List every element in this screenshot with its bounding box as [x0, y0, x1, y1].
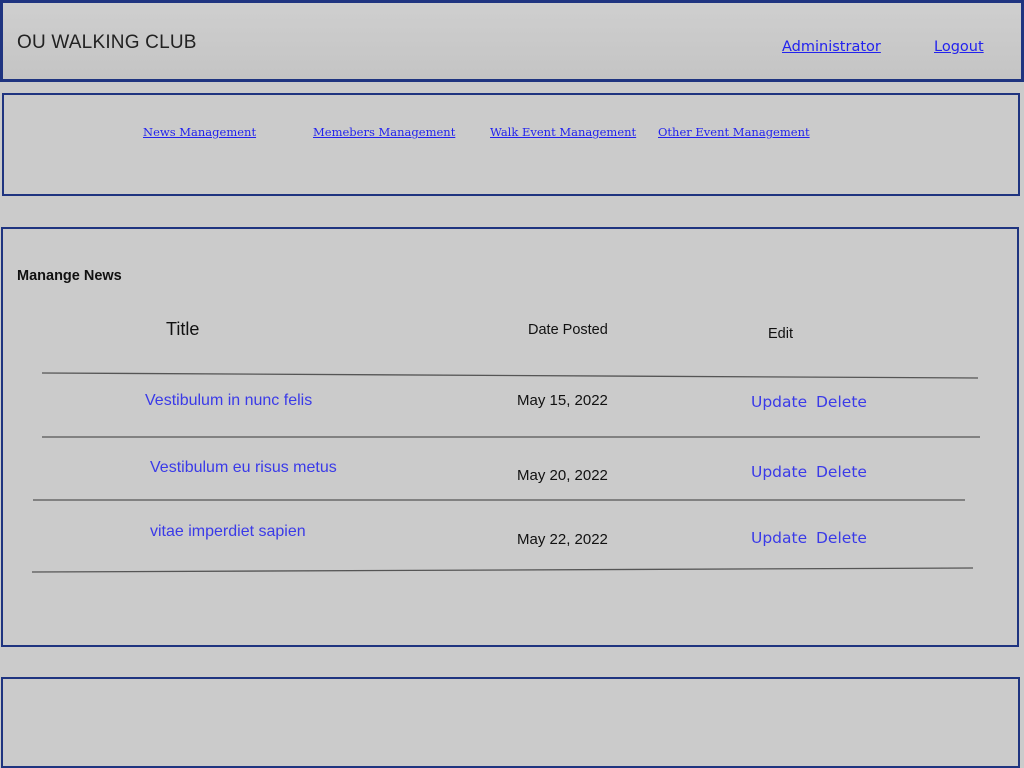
divider-line	[31, 567, 974, 573]
footer-panel	[1, 677, 1020, 768]
column-header-title: Title	[166, 319, 200, 339]
news-panel: Manange News Title Date Posted Edit Vest…	[1, 227, 1019, 647]
update-button[interactable]: Update	[751, 393, 807, 411]
management-nav: News Management Memebers Management Walk…	[2, 93, 1020, 196]
news-date: May 15, 2022	[517, 392, 608, 409]
logout-link[interactable]: Logout	[934, 39, 984, 55]
column-header-edit: Edit	[768, 326, 793, 342]
update-button[interactable]: Update	[751, 463, 807, 481]
news-date: May 22, 2022	[517, 531, 608, 548]
delete-button[interactable]: Delete	[816, 529, 867, 547]
delete-button[interactable]: Delete	[816, 393, 867, 411]
news-title-link[interactable]: Vestibulum eu risus metus	[150, 459, 337, 477]
divider-line	[41, 372, 979, 379]
section-title: Manange News	[17, 268, 122, 284]
column-header-date: Date Posted	[528, 322, 608, 338]
nav-other-event-management[interactable]: Other Event Management	[658, 125, 810, 139]
nav-walk-event-management[interactable]: Walk Event Management	[490, 125, 636, 139]
administrator-link[interactable]: Administrator	[782, 39, 881, 55]
nav-members-management[interactable]: Memebers Management	[313, 125, 455, 139]
update-button[interactable]: Update	[751, 529, 807, 547]
news-title-link[interactable]: Vestibulum in nunc felis	[145, 392, 312, 410]
nav-news-management[interactable]: News Management	[143, 125, 256, 139]
delete-button[interactable]: Delete	[816, 463, 867, 481]
site-title: OU WALKING CLUB	[17, 32, 197, 53]
row-dividers	[31, 372, 980, 573]
news-title-link[interactable]: vitae imperdiet sapien	[150, 523, 306, 541]
news-date: May 20, 2022	[517, 467, 608, 484]
header-bar: OU WALKING CLUB Administrator Logout	[0, 0, 1024, 82]
